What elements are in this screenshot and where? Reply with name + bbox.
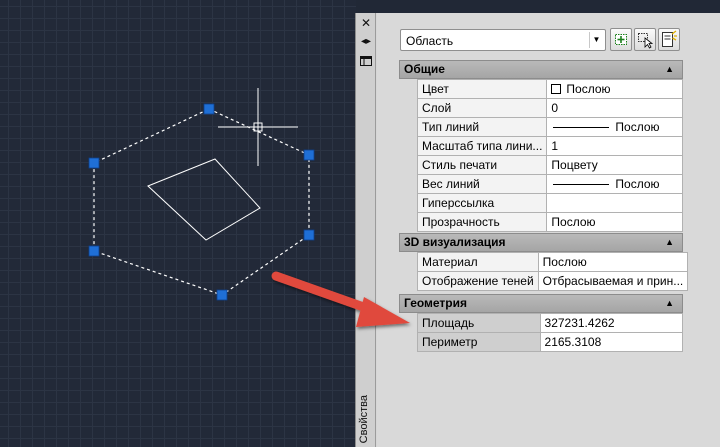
property-name: Тип линий xyxy=(416,117,548,137)
property-row-color[interactable]: Цвет Послою xyxy=(416,79,683,99)
property-value[interactable]: Послою xyxy=(546,79,683,99)
collapse-icon[interactable]: ▲ xyxy=(665,234,674,251)
grip-point xyxy=(203,103,215,115)
property-row-lineweight[interactable]: Вес линий Послою xyxy=(416,174,683,194)
property-name: Вес линий xyxy=(416,174,548,194)
property-table: Материал Послою Отображение теней Отбрас… xyxy=(417,252,689,291)
selected-region-outline[interactable] xyxy=(93,108,310,296)
property-value[interactable]: 1 xyxy=(546,136,683,156)
object-type-dropdown[interactable]: Область ▼ xyxy=(400,29,606,51)
section-title: Общие xyxy=(404,62,445,76)
property-name: Гиперссылка xyxy=(416,193,548,213)
property-row-hyperlink[interactable]: Гиперссылка xyxy=(416,193,683,213)
collapse-icon[interactable]: ▲ xyxy=(665,61,674,78)
select-objects-icon xyxy=(638,33,654,49)
drawing-canvas[interactable] xyxy=(0,0,356,447)
chevron-down-icon[interactable]: ▼ xyxy=(589,32,603,48)
property-table: Цвет Послою Слой 0 Тип линий Послою Масш… xyxy=(416,79,683,232)
grips[interactable] xyxy=(88,103,315,301)
drawing-svg xyxy=(88,88,315,301)
property-row-perimeter[interactable]: Периметр 2165.3108 xyxy=(417,332,684,352)
property-value[interactable]: Послою xyxy=(546,117,683,137)
property-row-linetype-scale[interactable]: Масштаб типа лини... 1 xyxy=(416,136,683,156)
section-geometry: Геометрия ▲ Площадь 327231.4262 Периметр… xyxy=(399,294,684,352)
property-value[interactable]: Послою xyxy=(546,174,683,194)
toggle-pickadd-icon xyxy=(615,34,627,45)
property-name: Масштаб типа лини... xyxy=(416,136,548,156)
property-value[interactable]: Послою xyxy=(537,252,689,272)
lineweight-sample-icon xyxy=(553,184,610,186)
quick-select-button[interactable] xyxy=(658,28,680,51)
property-row-area[interactable]: Площадь 327231.4262 xyxy=(417,313,684,333)
property-table: Площадь 327231.4262 Периметр 2165.3108 xyxy=(417,313,684,352)
section-3d-visualization: 3D визуализация ▲ Материал Послою Отобра… xyxy=(399,233,689,291)
palette-title: Свойства xyxy=(358,394,370,443)
property-value[interactable]: 2165.3108 xyxy=(539,332,684,352)
property-value[interactable]: 0 xyxy=(546,98,683,118)
palette-content: Область ▼ Общие ▲ Цвет Послою Слой 0 Тип… xyxy=(377,13,720,447)
property-name: Материал xyxy=(417,252,539,272)
section-header-3d[interactable]: 3D визуализация ▲ xyxy=(399,233,683,252)
grip-point xyxy=(88,157,100,169)
section-header-geometry[interactable]: Геометрия ▲ xyxy=(399,294,683,313)
crosshair-cursor xyxy=(218,88,298,166)
auto-hide-icon[interactable]: ◂▸ xyxy=(359,35,373,49)
linetype-sample-icon xyxy=(553,127,610,129)
property-name: Периметр xyxy=(417,332,541,352)
object-type-value: Область xyxy=(406,34,454,48)
property-value[interactable]: 327231.4262 xyxy=(539,313,684,333)
property-name: Прозрачность xyxy=(416,212,548,232)
property-name: Слой xyxy=(416,98,548,118)
property-row-layer[interactable]: Слой 0 xyxy=(416,98,683,118)
grip-point xyxy=(216,289,228,301)
section-header-general[interactable]: Общие ▲ xyxy=(399,60,683,79)
properties-palette: ✕ ◂▸ Свойства Область ▼ Общие ▲ Цвет Пос… xyxy=(355,13,720,447)
property-row-material[interactable]: Материал Послою xyxy=(417,252,689,272)
quick-select-icon xyxy=(662,30,677,47)
section-title: 3D визуализация xyxy=(404,235,506,249)
grip-point xyxy=(303,229,315,241)
property-name: Отображение теней xyxy=(417,271,539,291)
section-general: Общие ▲ Цвет Послою Слой 0 Тип линий Пос… xyxy=(399,60,683,232)
property-row-shadow[interactable]: Отображение теней Отбрасываемая и прин..… xyxy=(417,271,689,291)
select-objects-button[interactable] xyxy=(634,28,656,51)
inner-polyline[interactable] xyxy=(147,158,261,241)
close-icon[interactable]: ✕ xyxy=(359,16,373,30)
property-value[interactable] xyxy=(546,193,683,213)
property-value[interactable]: Отбрасываемая и прин... xyxy=(537,271,689,291)
properties-menu-icon[interactable] xyxy=(359,54,373,68)
color-swatch-icon xyxy=(551,84,562,94)
property-row-linetype[interactable]: Тип линий Послою xyxy=(416,117,683,137)
property-row-transparency[interactable]: Прозрачность Послою xyxy=(416,212,683,232)
property-name: Площадь xyxy=(417,313,541,333)
property-name: Стиль печати xyxy=(416,155,548,175)
property-row-plot-style[interactable]: Стиль печати Поцвету xyxy=(416,155,683,175)
property-value[interactable]: Поцвету xyxy=(546,155,683,175)
property-value[interactable]: Послою xyxy=(546,212,683,232)
grip-point xyxy=(303,149,315,161)
collapse-icon[interactable]: ▲ xyxy=(665,295,674,312)
grip-point xyxy=(88,245,100,257)
section-title: Геометрия xyxy=(404,296,468,310)
toggle-pickadd-button[interactable] xyxy=(610,28,632,51)
palette-title-bar[interactable]: ✕ ◂▸ Свойства xyxy=(356,13,376,447)
property-name: Цвет xyxy=(416,79,548,99)
